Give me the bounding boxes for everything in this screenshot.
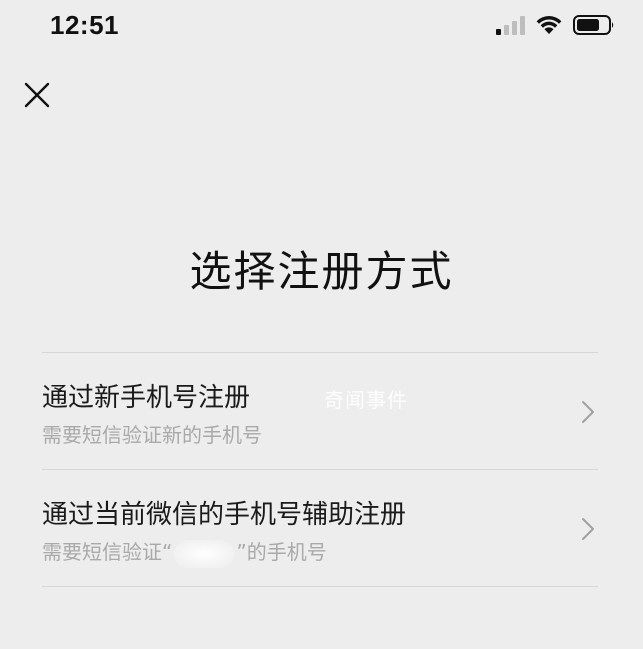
option-subtitle: 需要短信验证“ ”的手机号 <box>42 536 327 568</box>
wifi-icon <box>535 14 563 40</box>
option-register-current-phone[interactable]: 通过当前微信的手机号辅助注册 需要短信验证“ ”的手机号 <box>42 470 598 587</box>
option-register-new-phone[interactable]: 通过新手机号注册 需要短信验证新的手机号 <box>42 353 598 470</box>
cellular-signal-icon <box>495 15 525 39</box>
option-subtitle: 需要短信验证新的手机号 <box>42 423 262 447</box>
watermark: 奇闻事件 <box>324 388 408 412</box>
status-time: 12:51 <box>50 10 119 40</box>
chevron-right-icon <box>580 399 596 425</box>
close-button[interactable] <box>18 78 56 116</box>
registration-option-list: 通过新手机号注册 需要短信验证新的手机号 通过当前微信的手机号辅助注册 需要短信… <box>42 352 598 587</box>
option-title: 通过新手机号注册 <box>42 383 251 413</box>
battery-icon <box>573 14 615 40</box>
page-title: 选择注册方式 <box>189 247 454 296</box>
status-bar: 12:51 <box>0 0 643 54</box>
close-icon <box>24 82 50 112</box>
redacted-phone-number <box>174 539 235 568</box>
subtitle-suffix: ”的手机号 <box>236 540 327 564</box>
status-icons <box>495 14 615 40</box>
subtitle-prefix: 需要短信验证“ <box>42 540 173 564</box>
chevron-right-icon <box>580 516 596 542</box>
option-title: 通过当前微信的手机号辅助注册 <box>42 500 407 530</box>
